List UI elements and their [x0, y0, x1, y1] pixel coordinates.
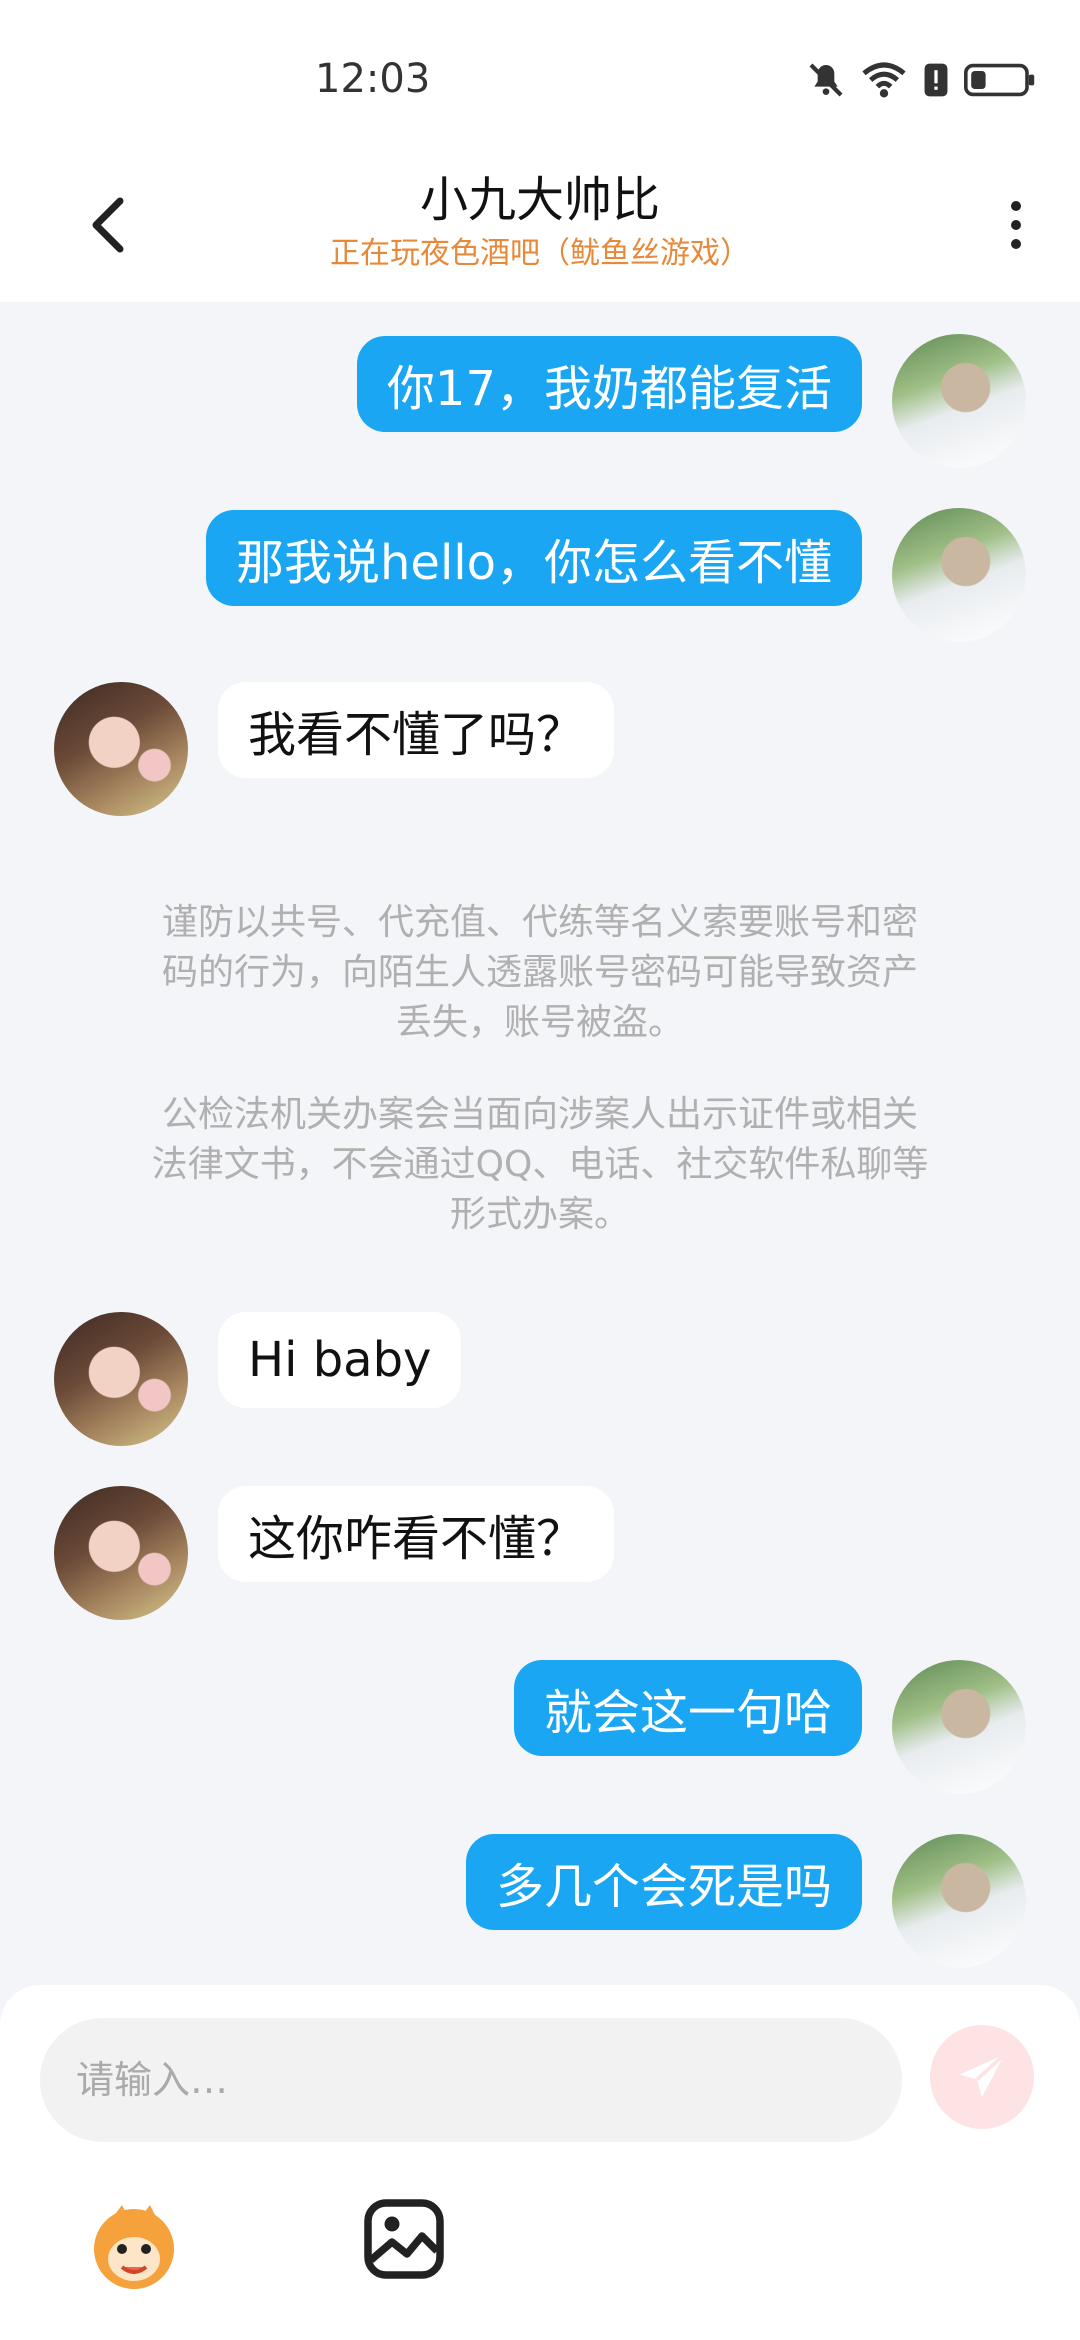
safety-notice: 谨防以共号、代充值、代练等名义索要账号和密 码的行为，向陌生人透露账号密码可能导… [151, 902, 929, 1235]
chat-subtitle: 正在玩夜色酒吧（鱿鱼丝游戏） [330, 236, 750, 271]
status-bar: 12:03 [0, 0, 1080, 150]
message-bubble-mine[interactable]: 就会这一句哈 [513, 1660, 862, 1756]
my-avatar[interactable] [892, 334, 1026, 468]
more-button[interactable] [996, 190, 1036, 260]
contact-avatar[interactable] [54, 682, 188, 816]
alert-icon [922, 62, 950, 98]
title-block: 小九大帅比 正在玩夜色酒吧（鱿鱼丝游戏） [240, 168, 840, 276]
my-avatar[interactable] [892, 508, 1026, 642]
chat-title: 小九大帅比 [419, 172, 660, 228]
send-button[interactable] [930, 2025, 1034, 2129]
send-icon [959, 2053, 1006, 2097]
back-button[interactable] [78, 190, 138, 260]
image-icon[interactable] [362, 2197, 446, 2281]
my-avatar[interactable] [892, 1834, 1026, 1968]
contact-avatar[interactable] [54, 1312, 188, 1446]
input-area [0, 1985, 1080, 2340]
more-vertical-icon [1011, 201, 1021, 211]
message-bubble-contact[interactable]: 这你咋看不懂？ [218, 1486, 615, 1582]
my-avatar[interactable] [892, 1660, 1026, 1794]
message-bubble-mine[interactable]: 多几个会死是吗 [465, 1834, 862, 1930]
message-bubble-contact[interactable]: Hi baby [218, 1312, 462, 1408]
message-bubble-mine[interactable]: 那我说hello，你怎么看不懂 [206, 510, 862, 606]
status-time: 12:03 [315, 56, 431, 102]
chat-header: 小九大帅比 正在玩夜色酒吧（鱿鱼丝游戏） [0, 150, 1080, 302]
status-icons [806, 58, 1036, 102]
battery-icon [964, 61, 1036, 99]
wifi-icon [860, 60, 908, 100]
chevron-left-icon [92, 197, 124, 253]
message-bubble-contact[interactable]: 我看不懂了吗？ [218, 682, 615, 778]
mute-icon [806, 60, 846, 100]
message-input[interactable] [40, 2018, 902, 2142]
mascot-emoji-icon[interactable] [82, 2193, 186, 2297]
contact-avatar[interactable] [54, 1486, 188, 1620]
message-bubble-mine[interactable]: 你17，我奶都能复活 [356, 336, 862, 432]
